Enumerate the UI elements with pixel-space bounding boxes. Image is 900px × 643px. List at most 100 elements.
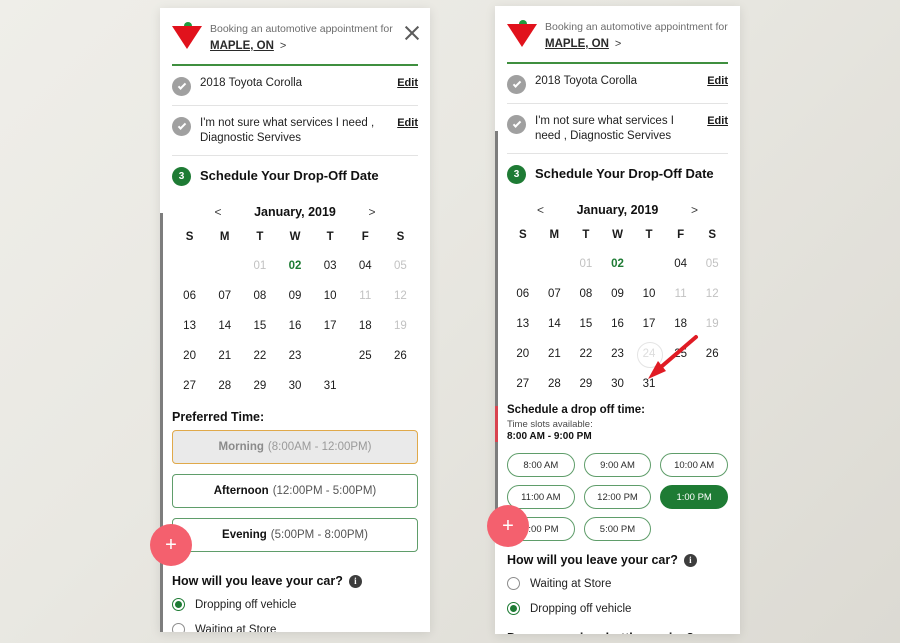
radio-option-dropping-off-vehicle[interactable]: Dropping off vehicle	[160, 592, 430, 617]
edit-service-link[interactable]: Edit	[397, 117, 418, 129]
calendar-day-04[interactable]: 04	[348, 252, 383, 280]
calendar-day-06[interactable]: 06	[507, 280, 539, 308]
calendar-day-28[interactable]: 28	[207, 372, 242, 400]
calendar-next-month-button[interactable]: >	[365, 205, 379, 219]
calendar-day-15[interactable]: 15	[242, 312, 277, 340]
calendar-prev-month-button[interactable]: <	[211, 205, 225, 219]
calendar-day-27[interactable]: 27	[172, 372, 207, 400]
calendar-day-04[interactable]: 04	[665, 250, 697, 278]
calendar-day-16[interactable]: 16	[602, 310, 634, 338]
time-slot-500pm[interactable]: 5:00 PM	[583, 517, 652, 541]
calendar-day-28[interactable]: 28	[539, 370, 571, 398]
step-vehicle[interactable]: 2018 Toyota Corolla Edit	[507, 64, 728, 104]
leave-car-question: How will you leave your car?	[172, 574, 343, 588]
preferred-time-range: (5:00PM - 8:00PM)	[270, 529, 368, 541]
calendar-day-13[interactable]: 13	[507, 310, 539, 338]
calendar-day-02[interactable]: 02	[277, 252, 312, 280]
time-slot-1200pm[interactable]: 12:00 PM	[583, 485, 652, 509]
scrollbar-right[interactable]	[495, 131, 498, 531]
store-location-link[interactable]: MAPLE, ON	[545, 38, 609, 50]
radio-option-dropping-off-vehicle[interactable]: Dropping off vehicle	[495, 596, 740, 621]
time-slot-800am[interactable]: 8:00 AM	[507, 453, 575, 477]
time-slot-1100am[interactable]: 11:00 AM	[507, 485, 575, 509]
leave-car-radios-left: Dropping off vehicle Waiting at Store	[160, 592, 430, 632]
edit-vehicle-link[interactable]: Edit	[707, 75, 728, 87]
preferred-time-option-afternoon[interactable]: Afternoon (12:00PM - 5:00PM)	[172, 474, 418, 508]
store-location-link[interactable]: MAPLE, ON	[210, 40, 274, 52]
check-icon	[172, 117, 191, 136]
calendar-day-08[interactable]: 08	[570, 280, 602, 308]
calendar-day-17[interactable]: 17	[313, 312, 348, 340]
radio-label: Waiting at Store	[195, 623, 277, 633]
chevron-right-icon[interactable]: >	[615, 38, 621, 50]
calendar-day-07[interactable]: 07	[207, 282, 242, 310]
calendar-day-06[interactable]: 06	[172, 282, 207, 310]
calendar-day-23[interactable]: 23	[602, 340, 634, 368]
calendar-day-14[interactable]: 14	[207, 312, 242, 340]
info-icon[interactable]: i	[683, 553, 697, 567]
step-service[interactable]: I'm not sure what services I need , Diag…	[172, 106, 418, 156]
calendar-day-20[interactable]: 20	[172, 342, 207, 370]
calendar-day-21[interactable]: 21	[207, 342, 242, 370]
calendar-day-10[interactable]: 10	[313, 282, 348, 310]
calendar-day-24[interactable]: 24	[633, 340, 665, 368]
calendar-day-16[interactable]: 16	[277, 312, 312, 340]
calendar-day-18[interactable]: 18	[665, 310, 697, 338]
calendar-prev-month-button[interactable]: <	[534, 203, 548, 217]
edit-vehicle-link[interactable]: Edit	[397, 77, 418, 89]
calendar-day-26[interactable]: 26	[696, 340, 728, 368]
step-service[interactable]: I'm not sure what services I need , Diag…	[507, 104, 728, 154]
calendar-day-30[interactable]: 30	[277, 372, 312, 400]
calendar-day-31[interactable]: 31	[633, 370, 665, 398]
scrollbar-left[interactable]	[160, 213, 163, 632]
calendar-day-22[interactable]: 22	[570, 340, 602, 368]
preferred-time-option-evening[interactable]: Evening (5:00PM - 8:00PM)	[172, 518, 418, 552]
edit-service-link[interactable]: Edit	[707, 115, 728, 127]
time-slot-900am[interactable]: 9:00 AM	[583, 453, 652, 477]
calendar-day-30[interactable]: 30	[602, 370, 634, 398]
radio-button[interactable]	[172, 598, 185, 611]
radio-button[interactable]	[507, 602, 520, 615]
radio-button[interactable]	[507, 577, 520, 590]
calendar-day-29[interactable]: 29	[570, 370, 602, 398]
calendar-day-31[interactable]: 31	[313, 372, 348, 400]
calendar-day-07[interactable]: 07	[539, 280, 571, 308]
calendar-day-26[interactable]: 26	[383, 342, 418, 370]
radio-option-waiting-at-store[interactable]: Waiting at Store	[160, 617, 430, 632]
chevron-right-icon[interactable]: >	[280, 40, 286, 52]
calendar-day-13[interactable]: 13	[172, 312, 207, 340]
time-slot-100pm[interactable]: 1:00 PM	[660, 485, 728, 509]
preferred-time-name: Afternoon	[213, 485, 269, 497]
calendar-day-29[interactable]: 29	[242, 372, 277, 400]
info-icon[interactable]: i	[348, 574, 362, 588]
time-slot-1000am[interactable]: 10:00 AM	[660, 453, 728, 477]
calendar-day-14[interactable]: 14	[539, 310, 571, 338]
close-icon[interactable]	[736, 20, 740, 42]
calendar-day-21[interactable]: 21	[539, 340, 571, 368]
calendar-day-02[interactable]: 02	[602, 250, 634, 278]
radio-button[interactable]	[172, 623, 185, 632]
calendar-day-03[interactable]: 03	[633, 250, 665, 278]
calendar-day-09[interactable]: 09	[602, 280, 634, 308]
floating-add-button[interactable]: +	[487, 505, 529, 547]
step-vehicle[interactable]: 2018 Toyota Corolla Edit	[172, 66, 418, 106]
calendar-day-10[interactable]: 10	[633, 280, 665, 308]
radio-option-waiting-at-store[interactable]: Waiting at Store	[495, 571, 740, 596]
calendar-day-25[interactable]: 25	[348, 342, 383, 370]
calendar-day-27[interactable]: 27	[507, 370, 539, 398]
calendar-day-09[interactable]: 09	[277, 282, 312, 310]
calendar-day-23[interactable]: 23	[277, 342, 312, 370]
calendar-day-24[interactable]: 24	[313, 342, 348, 370]
calendar-next-month-button[interactable]: >	[688, 203, 702, 217]
calendar-day-15[interactable]: 15	[570, 310, 602, 338]
floating-add-button[interactable]: +	[150, 524, 192, 566]
calendar-day-17[interactable]: 17	[633, 310, 665, 338]
close-icon[interactable]	[401, 22, 423, 44]
calendar-day-03[interactable]: 03	[313, 252, 348, 280]
calendar-day-18[interactable]: 18	[348, 312, 383, 340]
calendar-day-08[interactable]: 08	[242, 282, 277, 310]
calendar-day-20[interactable]: 20	[507, 340, 539, 368]
calendar-day-25[interactable]: 25	[665, 340, 697, 368]
calendar-day-22[interactable]: 22	[242, 342, 277, 370]
calendar-day-11: 11	[674, 288, 687, 300]
